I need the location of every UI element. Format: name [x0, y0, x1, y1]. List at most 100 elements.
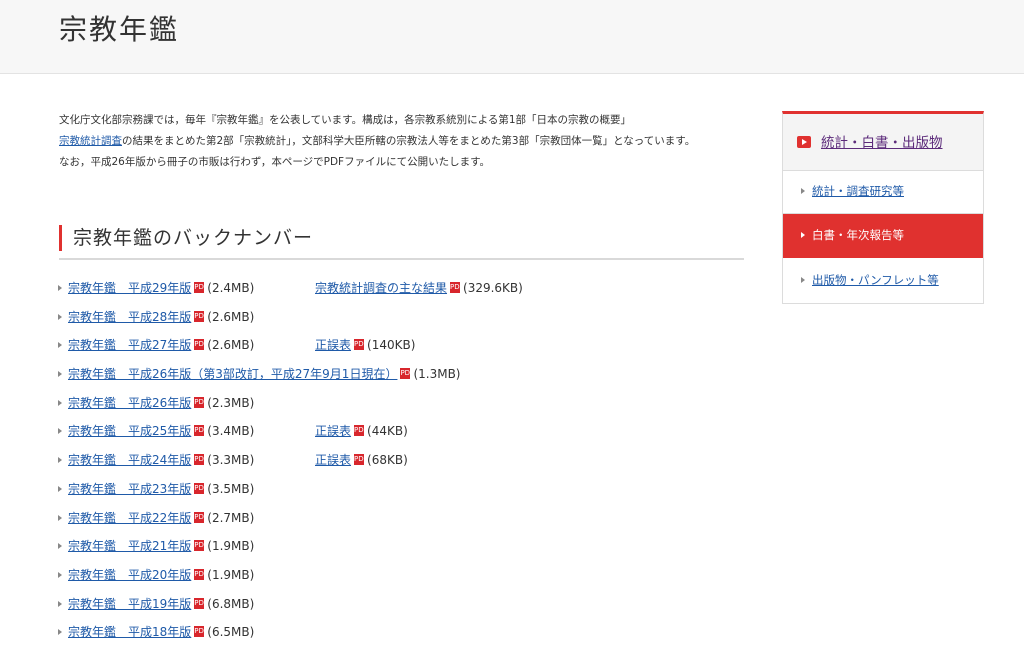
yearbook-pdf-link[interactable]: 宗教年鑑 平成27年版	[68, 338, 191, 352]
yearbook-pdf-link[interactable]: 宗教年鑑 平成24年版	[68, 453, 191, 467]
supplement-pdf-link[interactable]: 正誤表	[315, 424, 351, 438]
list-item: 宗教年鑑 平成19年版 PDF(6.8MB)	[58, 594, 748, 623]
yearbook-entry: 宗教年鑑 平成25年版 PDF(3.4MB)	[68, 421, 254, 441]
yearbook-entry: 宗教年鑑 平成21年版 PDF(1.9MB)	[68, 536, 254, 556]
pdf-icon: PDF	[354, 339, 368, 351]
file-size: (1.9MB)	[207, 567, 255, 582]
pdf-icon: PDF	[194, 454, 208, 466]
list-item: 宗教年鑑 平成26年版 PDF(2.3MB)	[58, 393, 748, 422]
pdf-icon: PDF	[194, 310, 208, 322]
file-size: (2.6MB)	[207, 338, 255, 353]
file-size: (1.3MB)	[413, 367, 461, 382]
yearbook-entry: 宗教年鑑 平成19年版 PDF(6.8MB)	[68, 594, 254, 614]
file-size: (329.6KB)	[463, 281, 523, 295]
list-item: 宗教年鑑 平成26年版（第3部改訂，平成27年9月1日現在） PDF(1.3MB)	[58, 364, 748, 393]
supplement-pdf-link[interactable]: 宗教統計調査の主な結果	[315, 281, 447, 295]
list-item: 宗教年鑑 平成18年版 PDF(6.5MB)	[58, 622, 748, 651]
pdf-icon: PDF	[194, 425, 208, 437]
yearbook-pdf-link[interactable]: 宗教年鑑 平成21年版	[68, 539, 191, 553]
sidebar-header: 統計・白書・出版物	[783, 114, 983, 171]
sidebar-item-white-papers[interactable]: 白書・年次報告等	[783, 214, 983, 258]
yearbook-pdf-link[interactable]: 宗教年鑑 平成22年版	[68, 511, 191, 525]
section-heading-text: 宗教年鑑のバックナンバー	[73, 227, 314, 249]
file-size: (2.7MB)	[207, 510, 255, 525]
sidebar-item-label: 白書・年次報告等	[812, 228, 904, 242]
file-size: (3.4MB)	[207, 424, 255, 439]
yearbook-entry: 宗教年鑑 平成24年版 PDF(3.3MB)	[68, 450, 254, 470]
list-item: 宗教年鑑 平成24年版 PDF(3.3MB) 正誤表 PDF(68KB)	[58, 450, 748, 479]
arrow-right-icon	[58, 485, 62, 492]
pdf-icon: PDF	[194, 396, 208, 408]
yearbook-pdf-link[interactable]: 宗教年鑑 平成25年版	[68, 424, 191, 438]
pdf-icon: PDF	[194, 511, 208, 523]
pdf-icon: PDF	[194, 540, 208, 552]
pdf-icon: PDF	[354, 454, 368, 466]
arrow-right-icon	[801, 277, 805, 283]
yearbook-pdf-link[interactable]: 宗教年鑑 平成26年版（第3部改訂，平成27年9月1日現在）	[68, 367, 397, 381]
sidebar-item-label: 統計・調査研究等	[812, 184, 904, 198]
yearbook-entry: 宗教年鑑 平成23年版 PDF(3.5MB)	[68, 479, 254, 499]
intro-line-3: なお，平成26年版から冊子の市販は行わず，本ページでPDFファイルにて公開いたし…	[59, 156, 491, 168]
religion-survey-link[interactable]: 宗教統計調査	[59, 135, 122, 147]
arrow-right-icon	[58, 371, 62, 378]
yearbook-pdf-link[interactable]: 宗教年鑑 平成29年版	[68, 281, 191, 295]
pdf-icon: PDF	[400, 368, 415, 380]
list-item: 宗教年鑑 平成27年版 PDF(2.6MB) 正誤表 PDF(140KB)	[58, 335, 748, 364]
intro-line-1: 文化庁文化部宗務課では，毎年『宗教年鑑』を公表しています。構成は，各宗教系統別に…	[59, 114, 631, 126]
file-size: (6.8MB)	[207, 596, 255, 611]
file-size: (68KB)	[367, 453, 408, 468]
play-icon	[797, 136, 811, 148]
arrow-right-icon	[801, 188, 805, 194]
yearbook-pdf-link[interactable]: 宗教年鑑 平成18年版	[68, 625, 191, 639]
arrow-right-icon	[801, 232, 805, 238]
intro-line-2: 宗教統計調査の結果をまとめた第2部「宗教統計」，文部科学大臣所轄の宗教法人等をま…	[59, 131, 749, 152]
pdf-icon: PDF	[194, 282, 208, 293]
file-size: (2.6MB)	[207, 309, 255, 324]
supplement-entry: 正誤表 PDF(44KB)	[315, 421, 408, 441]
sidebar-item-publications[interactable]: 出版物・パンフレット等	[783, 259, 983, 303]
yearbook-pdf-link[interactable]: 宗教年鑑 平成19年版	[68, 597, 191, 611]
arrow-right-icon	[58, 543, 62, 550]
pdf-icon: PDF	[354, 425, 368, 437]
yearbook-entry: 宗教年鑑 平成28年版 PDF(2.6MB)	[68, 307, 254, 327]
file-size: (3.5MB)	[207, 481, 255, 496]
yearbook-entry: 宗教年鑑 平成27年版 PDF(2.6MB)	[68, 335, 254, 355]
yearbook-entry: 宗教年鑑 平成29年版 PDF(2.4MB)	[68, 278, 254, 298]
pdf-icon: PDF	[194, 568, 208, 580]
list-item: 宗教年鑑 平成28年版 PDF(2.6MB)	[58, 307, 748, 336]
intro-line-2-text: の結果をまとめた第2部「宗教統計」，文部科学大臣所轄の宗教法人等をまとめた第3部…	[122, 135, 696, 147]
section-heading: 宗教年鑑のバックナンバー	[59, 222, 744, 260]
file-size: (44KB)	[367, 424, 408, 439]
supplement-entry: 宗教統計調査の主な結果 PDF(329.6KB)	[315, 278, 523, 298]
intro-text: 文化庁文化部宗務課では，毎年『宗教年鑑』を公表しています。構成は，各宗教系統別に…	[59, 110, 749, 173]
supplement-pdf-link[interactable]: 正誤表	[315, 338, 351, 352]
pdf-icon: PDF	[450, 282, 464, 293]
sidebar-menu: 統計・白書・出版物 統計・調査研究等 白書・年次報告等 出版物・パンフレット等	[782, 111, 984, 304]
sidebar-heading-link[interactable]: 統計・白書・出版物	[821, 131, 943, 151]
list-item: 宗教年鑑 平成23年版 PDF(3.5MB)	[58, 479, 748, 508]
arrow-right-icon	[58, 457, 62, 464]
list-item: 宗教年鑑 平成21年版 PDF(1.9MB)	[58, 536, 748, 565]
yearbook-pdf-link[interactable]: 宗教年鑑 平成20年版	[68, 568, 191, 582]
list-item: 宗教年鑑 平成20年版 PDF(1.9MB)	[58, 565, 748, 594]
arrow-right-icon	[58, 342, 62, 349]
supplement-pdf-link[interactable]: 正誤表	[315, 453, 351, 467]
arrow-right-icon	[58, 285, 62, 291]
page-header: 宗教年鑑	[0, 0, 1024, 74]
supplement-entry: 正誤表 PDF(68KB)	[315, 450, 408, 470]
pdf-icon: PDF	[194, 482, 208, 494]
arrow-right-icon	[58, 514, 62, 521]
pdf-icon: PDF	[194, 339, 208, 351]
sidebar-item-statistics[interactable]: 統計・調査研究等	[783, 170, 983, 214]
yearbook-pdf-link[interactable]: 宗教年鑑 平成28年版	[68, 310, 191, 324]
arrow-right-icon	[58, 600, 62, 607]
yearbook-entry: 宗教年鑑 平成26年版 PDF(2.3MB)	[68, 393, 254, 413]
arrow-right-icon	[58, 313, 62, 320]
yearbook-pdf-link[interactable]: 宗教年鑑 平成23年版	[68, 482, 191, 496]
heading-accent-bar	[59, 225, 62, 251]
yearbook-pdf-link[interactable]: 宗教年鑑 平成26年版	[68, 396, 191, 410]
list-item: 宗教年鑑 平成25年版 PDF(3.4MB) 正誤表 PDF(44KB)	[58, 421, 748, 450]
arrow-right-icon	[58, 571, 62, 578]
file-size: (3.3MB)	[207, 453, 255, 468]
arrow-right-icon	[58, 399, 62, 406]
